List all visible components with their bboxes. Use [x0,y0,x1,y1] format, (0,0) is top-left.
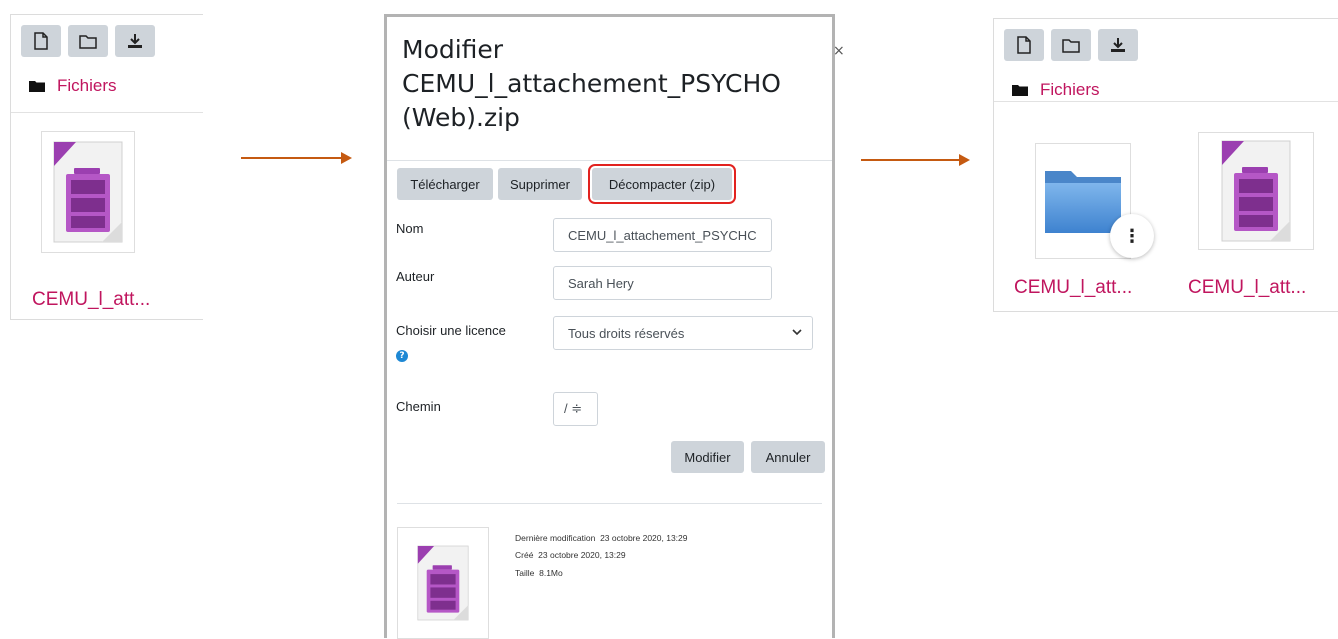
file-thumbnail[interactable] [41,131,135,253]
folder-name-link[interactable]: CEMU_l_att... [1014,277,1132,299]
folder-icon [1012,84,1028,96]
download-button[interactable]: Télécharger [397,168,493,200]
file-preview [397,527,489,639]
file-manager-before: Fichiers CEMU_l_att... [10,14,203,320]
license-select[interactable]: Tous droits réservés [553,316,813,350]
file-thumbnail[interactable] [1198,132,1314,250]
breadcrumb[interactable]: Fichiers [29,76,117,96]
file-icon [34,32,48,50]
zip-archive-icon [417,545,469,621]
create-folder-button[interactable] [1051,29,1091,61]
divider [397,503,822,504]
breadcrumb-label: Fichiers [57,76,117,95]
add-file-button[interactable] [21,25,61,57]
folder-icon [79,34,97,49]
help-icon[interactable]: ? [396,350,408,362]
more-actions-button[interactable]: ⋮ [1110,214,1154,258]
breadcrumb-label: Fichiers [1040,80,1100,99]
last-modified-info: Dernière modification 23 octobre 2020, 1… [515,533,688,543]
breadcrumb[interactable]: Fichiers [1012,80,1100,100]
unzip-button[interactable]: Décompacter (zip) [588,164,736,204]
download-all-button[interactable] [1098,29,1138,61]
file-manager-toolbar [21,25,155,57]
size-info: Taille 8.1Mo [515,568,563,578]
dialog-title: Modifier CEMU_l_attachement_PSYCHO (Web)… [402,35,781,132]
divider [994,101,1338,102]
folder-icon [1062,38,1080,53]
created-info: Créé 23 octobre 2020, 13:29 [515,550,626,560]
delete-button[interactable]: Supprimer [498,168,582,200]
zip-archive-icon [1221,140,1291,242]
file-name-link[interactable]: CEMU_l_att... [32,289,150,311]
name-field[interactable]: CEMU_l_attachement_PSYCHC [553,218,772,252]
add-file-button[interactable] [1004,29,1044,61]
license-value: Tous droits réservés [568,325,685,341]
name-label: Nom [396,221,424,236]
create-folder-button[interactable] [68,25,108,57]
author-label: Auteur [396,269,435,284]
zip-archive-icon [53,141,123,243]
download-icon [1111,38,1125,52]
author-field[interactable]: Sarah Hery [553,266,772,300]
file-manager-after: Fichiers ⋮ CEMU_l_att... CEMU_l_att... [993,18,1338,312]
arrow-right-icon [861,154,970,166]
divider [387,160,832,161]
update-button[interactable]: Modifier [671,441,744,473]
download-icon [128,34,142,48]
edit-file-dialog: Modifier CEMU_l_attachement_PSYCHO (Web)… [384,14,845,639]
path-select[interactable]: / ≑ [553,392,598,426]
arrow-right-icon [241,152,352,164]
folder-icon [29,80,45,92]
file-manager-toolbar [1004,29,1138,61]
download-all-button[interactable] [115,25,155,57]
license-label: Choisir une licence [396,323,506,338]
chevron-down-icon [792,329,802,336]
file-name-link[interactable]: CEMU_l_att... [1188,277,1306,299]
cancel-button[interactable]: Annuler [751,441,825,473]
divider [11,112,203,113]
file-icon [1017,36,1031,54]
path-label: Chemin [396,399,441,414]
close-icon[interactable]: × [833,43,845,59]
